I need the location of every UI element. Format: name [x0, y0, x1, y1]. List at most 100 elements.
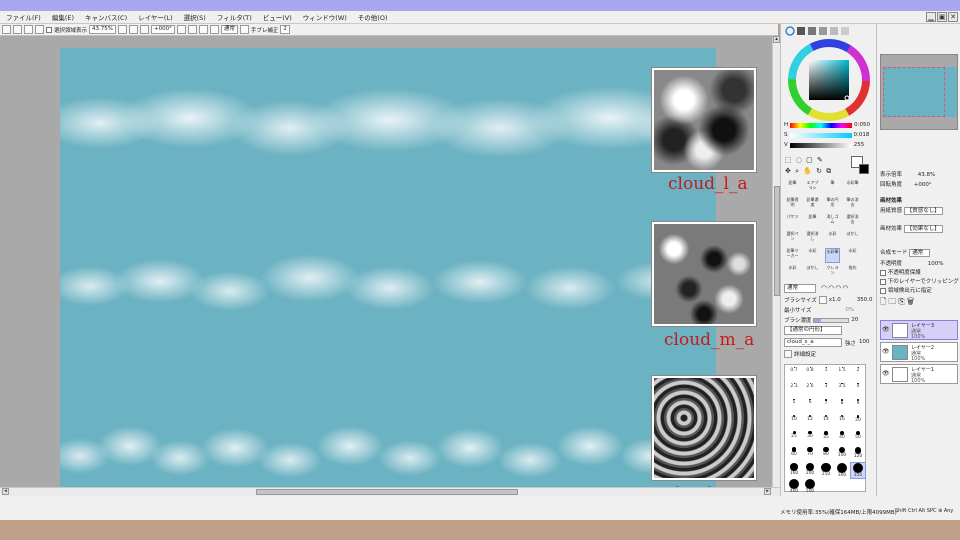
blend-mode-select[interactable]: 通常 [909, 249, 931, 257]
brush-size-preset[interactable]: 50 [851, 431, 865, 440]
brush-size-preset[interactable]: 0.8 [803, 367, 817, 373]
rotate-left-button[interactable] [176, 25, 186, 34]
nav-zoom-value[interactable]: 43.8% [918, 172, 935, 178]
scroll-up-arrow-icon[interactable]: ▴ [773, 36, 780, 43]
brush-size-preset[interactable]: 4 [851, 383, 865, 389]
brush-blend-select[interactable]: 通常 [784, 284, 816, 293]
background-color[interactable] [859, 164, 869, 174]
texture-strength-value[interactable]: 100 [859, 339, 870, 345]
brush-size-preset[interactable]: 350 [850, 462, 866, 479]
color-wheel[interactable] [787, 38, 871, 122]
menu-select[interactable]: 選択(S) [184, 12, 206, 22]
brush-size-preset[interactable]: 250 [819, 463, 833, 477]
rotate-right-button[interactable] [187, 25, 197, 34]
brush-size-preset[interactable]: 500 [803, 479, 817, 494]
eye-icon[interactable]: 👁 [882, 326, 890, 334]
minimize-button[interactable]: ▁ [926, 12, 936, 22]
brush-size-preset[interactable]: 2.6 [803, 383, 817, 389]
brush-size-preset[interactable]: 160 [787, 463, 801, 476]
menu-filter[interactable]: フィルタ(T) [217, 12, 252, 22]
angle-field[interactable]: +000° [151, 25, 175, 34]
zoom-in-button[interactable] [129, 25, 138, 34]
canvas-area[interactable]: cloud_l_a cloud_m_a cloud_s_a [0, 36, 772, 496]
scroll-left-arrow-icon[interactable]: ◂ [2, 488, 9, 495]
brush-size-preset[interactable]: 8 [835, 399, 849, 406]
brush-size-preset[interactable]: 20 [851, 415, 865, 423]
brush-size-preset[interactable]: 7 [819, 399, 833, 406]
scroll-right-arrow-icon[interactable]: ▸ [764, 488, 771, 495]
brush-size-preset[interactable]: 400 [787, 479, 801, 494]
brush-size-preset[interactable]: 16 [835, 415, 849, 422]
zoom-reset-button[interactable] [140, 25, 149, 34]
menu-file[interactable]: ファイル(F) [6, 12, 41, 22]
layer-item[interactable]: 👁 レイヤー2 通常 100% [880, 342, 958, 362]
brush-size-preset[interactable]: 9 [851, 399, 865, 406]
menu-view[interactable]: ビュー(V) [263, 12, 292, 22]
menu-window[interactable]: ウィンドウ(W) [303, 12, 347, 22]
brush-size-value[interactable]: 350.0 [857, 297, 873, 303]
hide-selection-button[interactable] [35, 25, 44, 34]
layer-item[interactable]: 👁 レイヤー1 通常 100% [880, 364, 958, 384]
brush-size-preset[interactable]: 70 [803, 447, 817, 457]
stabilizer-select[interactable]: 2 [280, 25, 290, 34]
brush-size-preset[interactable]: 60 [787, 447, 801, 457]
brush-size-preset[interactable]: 300 [835, 463, 849, 478]
select-source-checkbox[interactable] [880, 287, 886, 294]
brush-size-preset[interactable]: 0.7 [787, 367, 801, 373]
color-mode-tabs[interactable] [785, 26, 873, 36]
menu-canvas[interactable]: キャンバス(C) [85, 12, 127, 22]
brush-shape-icons[interactable]: ◠◠◠◠ [821, 284, 849, 292]
tool-button[interactable]: ぼかし [845, 231, 860, 246]
v-slider[interactable] [789, 142, 852, 148]
detail-settings-row[interactable]: 詳細設定 [784, 350, 816, 358]
brush-size-preset[interactable]: 3 [819, 383, 833, 389]
paper-select[interactable]: 【質感なし】 [903, 207, 943, 215]
tool-button[interactable]: エアブラシ [805, 180, 820, 195]
nav-angle-value[interactable]: +000° [914, 182, 932, 188]
s-slider[interactable] [789, 132, 852, 138]
tool-button[interactable]: 水彩筆 [845, 180, 860, 195]
brush-size-preset[interactable]: 200 [803, 463, 817, 476]
clipping-checkbox[interactable] [880, 278, 886, 285]
rotate-reset-button[interactable] [198, 25, 208, 34]
tool-button[interactable]: パケツ [785, 214, 800, 229]
tool-button[interactable]: 鉛筆マーカー [785, 248, 800, 263]
tool-button[interactable]: 選択消し [805, 231, 820, 246]
brush-size-preset[interactable]: 80 [819, 447, 833, 457]
layer-item[interactable]: 👁 レイヤー3 通常 100% [880, 320, 958, 340]
brush-size-preset[interactable]: 35 [819, 431, 833, 440]
brush-shape-select[interactable]: 【通常の円形】 [784, 326, 842, 335]
mode-icon-button[interactable] [239, 25, 249, 34]
preserve-opacity-row[interactable]: 不透明度保護 [880, 268, 921, 276]
brush-size-preset[interactable]: 2.3 [787, 383, 801, 389]
tool-button[interactable]: 水彩 [845, 248, 860, 263]
horizontal-scroll-thumb[interactable] [256, 489, 518, 495]
tool-button[interactable]: 鉛筆 [805, 214, 820, 229]
select-all-button[interactable] [24, 25, 33, 34]
tool-button[interactable]: 選択消去 [845, 214, 860, 229]
navigator-viewport[interactable] [883, 67, 945, 117]
restore-button[interactable]: ▣ [937, 12, 947, 22]
effect-select[interactable]: 【効果なし】 [903, 225, 943, 233]
select-source-row[interactable]: 領域検出元に指定 [880, 286, 932, 294]
tool-button[interactable]: 鉛筆 [785, 180, 800, 195]
tool-button[interactable]: 鉛筆濃度 [805, 197, 820, 212]
brush-size-preset[interactable]: 100 [835, 447, 849, 458]
brush-size-preset[interactable]: 3.5 [835, 383, 849, 389]
selection-display-checkbox[interactable] [46, 26, 52, 33]
zoom-out-button[interactable] [118, 25, 127, 34]
brush-size-preset[interactable]: 1 [819, 367, 833, 373]
brush-size-preset[interactable]: 1.5 [835, 367, 849, 373]
flip-button[interactable] [209, 25, 219, 34]
menu-other[interactable]: その他(O) [358, 12, 388, 22]
navigator[interactable] [880, 54, 958, 130]
artboard[interactable] [60, 48, 716, 496]
zoom-field[interactable]: 43.75% [89, 25, 116, 34]
density-slider[interactable] [813, 317, 850, 323]
texture-section-header[interactable]: 画材効果 [880, 196, 902, 204]
brush-size-preset[interactable]: 6 [803, 399, 817, 405]
brush-size-preset[interactable]: 5 [787, 399, 801, 405]
brush-size-preset[interactable]: 2 [851, 367, 865, 373]
tool-button[interactable]: 水彩筆 [825, 248, 840, 263]
vertical-scrollbar[interactable]: ▴ ▾ [772, 36, 780, 496]
